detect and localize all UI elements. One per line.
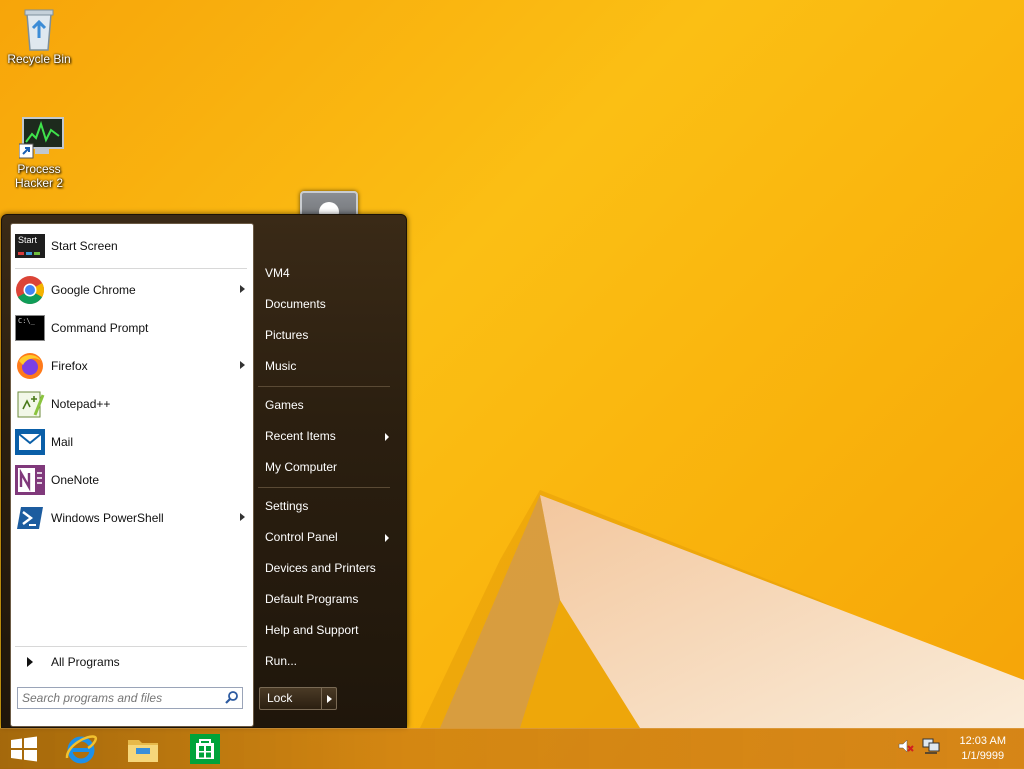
start-item-firefox[interactable]: Firefox: [15, 349, 251, 383]
right-item-settings[interactable]: Settings: [265, 499, 308, 513]
folder-icon: [128, 740, 158, 762]
desktop-icon-recycle-bin[interactable]: Recycle Bin: [3, 6, 75, 66]
cmd-icon: C:\_: [15, 313, 45, 343]
system-clock[interactable]: 12:03 AM 1/1/9999: [960, 734, 1006, 764]
right-item-help-and-support[interactable]: Help and Support: [265, 623, 358, 637]
start-item-label: Windows PowerShell: [51, 511, 164, 525]
right-item-vm4[interactable]: VM4: [265, 266, 290, 280]
start-item-label: Google Chrome: [51, 283, 136, 297]
right-item-devices-and-printers[interactable]: Devices and Printers: [265, 561, 376, 575]
power-options-button[interactable]: [322, 688, 336, 709]
start-item-label: Notepad++: [51, 397, 111, 411]
internet-explorer-icon: [65, 735, 97, 764]
notepadpp-icon: [15, 389, 45, 419]
search-box[interactable]: [17, 687, 243, 709]
recycle-bin-label: Recycle Bin: [7, 52, 71, 66]
right-item-documents[interactable]: Documents: [265, 297, 326, 311]
submenu-arrow-icon: [240, 361, 245, 369]
start-item-label: Command Prompt: [51, 321, 149, 335]
separator: [15, 268, 247, 269]
start-item-label: Start Screen: [51, 239, 118, 253]
expand-arrow-icon: [15, 647, 45, 677]
all-programs-label: All Programs: [51, 655, 120, 669]
process-hacker-icon: [18, 116, 64, 160]
start-item-label: OneNote: [51, 473, 100, 487]
submenu-arrow-icon: [240, 513, 245, 521]
start-menu: Start Start Screen Google Chrome C:\_ Co…: [1, 214, 407, 728]
chrome-icon: [15, 275, 45, 305]
clock-time: 12:03 AM: [959, 735, 1006, 747]
start-button[interactable]: [0, 729, 48, 769]
firefox-icon: [15, 351, 45, 381]
onenote-icon: [15, 465, 45, 495]
start-item-google-chrome[interactable]: Google Chrome: [15, 273, 251, 307]
submenu-arrow-icon: [240, 285, 245, 293]
search-input[interactable]: [18, 690, 224, 706]
taskbar-file-explorer[interactable]: [114, 729, 172, 769]
desktop-icon-process-hacker[interactable]: Process Hacker 2: [3, 116, 75, 190]
taskbar-internet-explorer[interactable]: [52, 729, 110, 769]
all-programs-button[interactable]: All Programs: [15, 648, 251, 676]
start-item-windows-powershell[interactable]: Windows PowerShell: [15, 501, 251, 535]
start-item-notepadpp[interactable]: Notepad++: [15, 387, 251, 421]
start-item-start-screen[interactable]: Start Start Screen: [15, 229, 251, 263]
network-icon[interactable]: [921, 737, 941, 758]
right-item-control-panel[interactable]: Control Panel: [265, 530, 338, 544]
separator: [258, 487, 390, 488]
chevron-right-icon: [326, 694, 332, 703]
powershell-icon: [15, 503, 45, 533]
right-item-default-programs[interactable]: Default Programs: [265, 592, 358, 606]
right-item-my-computer[interactable]: My Computer: [265, 460, 337, 474]
clock-date: 1/1/9999: [961, 750, 1005, 762]
search-icon[interactable]: [224, 690, 240, 706]
separator: [258, 386, 390, 387]
mail-icon: [15, 427, 45, 457]
right-item-music[interactable]: Music: [265, 359, 296, 373]
submenu-arrow-icon: [385, 534, 389, 542]
windows-logo-icon: [11, 736, 37, 762]
start-screen-icon: Start: [15, 231, 45, 261]
start-item-onenote[interactable]: OneNote: [15, 463, 251, 497]
start-tile-text: Start: [18, 235, 38, 245]
lock-button-group: Lock: [259, 687, 337, 710]
right-item-recent-items[interactable]: Recent Items: [265, 429, 336, 443]
process-hacker-label-1: Process: [17, 162, 61, 176]
lock-button[interactable]: Lock: [260, 688, 322, 709]
volume-muted-icon[interactable]: [897, 737, 915, 758]
start-item-label: Mail: [51, 435, 74, 449]
taskbar: 12:03 AM 1/1/9999: [0, 728, 1024, 769]
right-item-run[interactable]: Run...: [265, 654, 297, 668]
taskbar-store[interactable]: [176, 729, 234, 769]
process-hacker-label-2: Hacker 2: [14, 176, 64, 190]
start-menu-programs-pane: Start Start Screen Google Chrome C:\_ Co…: [10, 223, 254, 727]
start-item-label: Firefox: [51, 359, 88, 373]
submenu-arrow-icon: [385, 433, 389, 441]
separator: [15, 646, 247, 647]
right-item-games[interactable]: Games: [265, 398, 304, 412]
right-item-pictures[interactable]: Pictures: [265, 328, 308, 342]
recycle-bin-icon: [19, 6, 59, 51]
start-item-command-prompt[interactable]: C:\_ Command Prompt: [15, 311, 251, 345]
start-item-mail[interactable]: Mail: [15, 425, 251, 459]
store-icon: [190, 734, 220, 764]
